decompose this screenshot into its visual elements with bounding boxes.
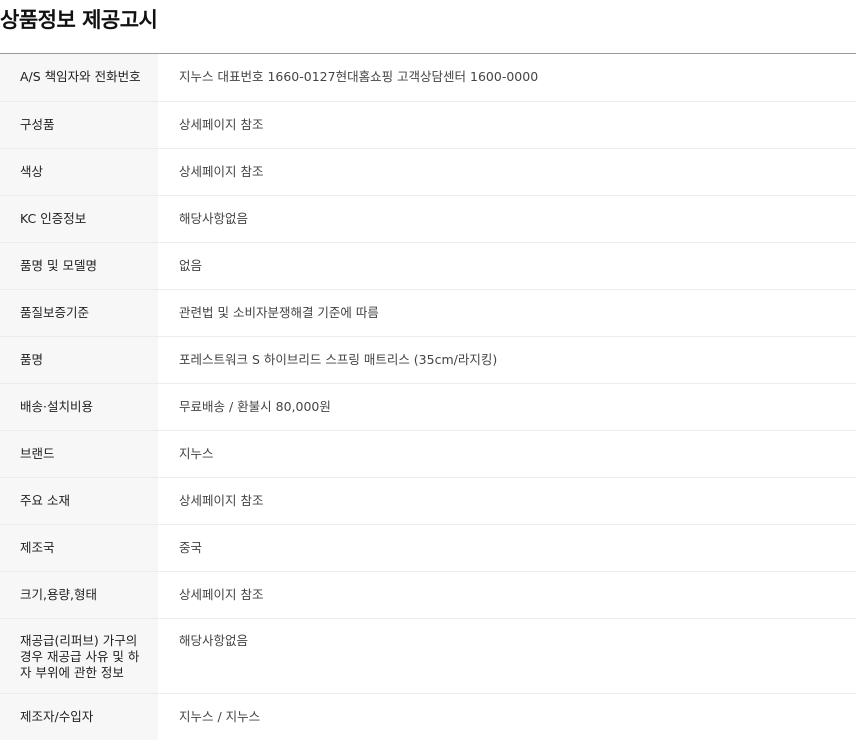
row-label-brand: 브랜드 (0, 430, 158, 478)
row-label-size-capacity-form: 크기,용량,형태 (0, 571, 158, 619)
row-label-kc-certification: KC 인증정보 (0, 195, 158, 243)
row-value-main-material: 상세페이지 참조 (158, 477, 856, 525)
row-value-product-model-name: 없음 (158, 242, 856, 290)
table-row: 품질보증기준 관련법 및 소비자분쟁해결 기준에 따름 (0, 289, 856, 337)
row-value-shipping-cost: 무료배송 / 환불시 80,000원 (158, 383, 856, 431)
row-label-product-model-name: 품명 및 모델명 (0, 242, 158, 290)
table-row: 배송·설치비용 무료배송 / 환불시 80,000원 (0, 383, 856, 431)
row-value-manufacturer-importer: 지누스 / 지누스 (179, 708, 261, 724)
row-value-color: 상세페이지 참조 (158, 148, 856, 196)
table-row: 제조자/수입자 지누스 / 지누스 (0, 693, 856, 740)
page-title: 상품정보 제공고시 (0, 0, 856, 54)
table-row: 품명 및 모델명 없음 (0, 242, 856, 290)
row-value-product-name: 포레스트워크 S 하이브리드 스프링 매트리스 (35cm/라지킹) (158, 336, 856, 384)
row-value-brand: 지누스 (158, 430, 856, 478)
row-value-components: 상세페이지 참조 (158, 101, 856, 149)
row-value-country-of-origin: 중국 (158, 524, 856, 572)
table-row: 품명 포레스트워크 S 하이브리드 스프링 매트리스 (35cm/라지킹) (0, 336, 856, 384)
row-label-quality-standard: 품질보증기준 (0, 289, 158, 337)
row-value-size-capacity-form: 상세페이지 참조 (158, 571, 856, 619)
row-value-quality-standard: 관련법 및 소비자분쟁해결 기준에 따름 (158, 289, 856, 337)
row-value-kc-certification: 해당사항없음 (158, 195, 856, 243)
table-row: KC 인증정보 해당사항없음 (0, 195, 856, 243)
row-label-color: 색상 (0, 148, 158, 196)
table-row: 제조국 중국 (0, 524, 856, 572)
row-value-as-contact: 지누스 대표번호 1660-0127현대홈쇼핑 고객상담센터 1600-0000 (158, 54, 856, 102)
table-row: 색상 상세페이지 참조 (0, 148, 856, 196)
product-info-notice: 상품정보 제공고시 A/S 책임자와 전화번호 지누스 대표번호 1660-01… (0, 0, 856, 743)
table-row: 크기,용량,형태 상세페이지 참조 (0, 571, 856, 619)
row-label-as-contact: A/S 책임자와 전화번호 (0, 54, 158, 102)
product-info-table: A/S 책임자와 전화번호 지누스 대표번호 1660-0127현대홈쇼핑 고객… (0, 54, 856, 740)
row-value-refurbished-info: 해당사항없음 (158, 618, 856, 694)
table-row: A/S 책임자와 전화번호 지누스 대표번호 1660-0127현대홈쇼핑 고객… (0, 54, 856, 102)
row-label-product-name: 품명 (0, 336, 158, 384)
table-row: 브랜드 지누스 (0, 430, 856, 478)
table-row: 주요 소재 상세페이지 참조 (0, 477, 856, 525)
row-label-components: 구성품 (0, 101, 158, 149)
row-label-country-of-origin: 제조국 (0, 524, 158, 572)
table-row: 구성품 상세페이지 참조 (0, 101, 856, 149)
table-row: 재공급(리퍼브) 가구의 경우 재공급 사유 및 하자 부위에 관한 정보 해당… (0, 618, 856, 694)
row-label-shipping-cost: 배송·설치비용 (0, 383, 158, 431)
row-label-main-material: 주요 소재 (0, 477, 158, 525)
row-label-refurbished-info: 재공급(리퍼브) 가구의 경우 재공급 사유 및 하자 부위에 관한 정보 (0, 618, 158, 694)
row-label-manufacturer-importer: 제조자/수입자 (0, 693, 158, 740)
